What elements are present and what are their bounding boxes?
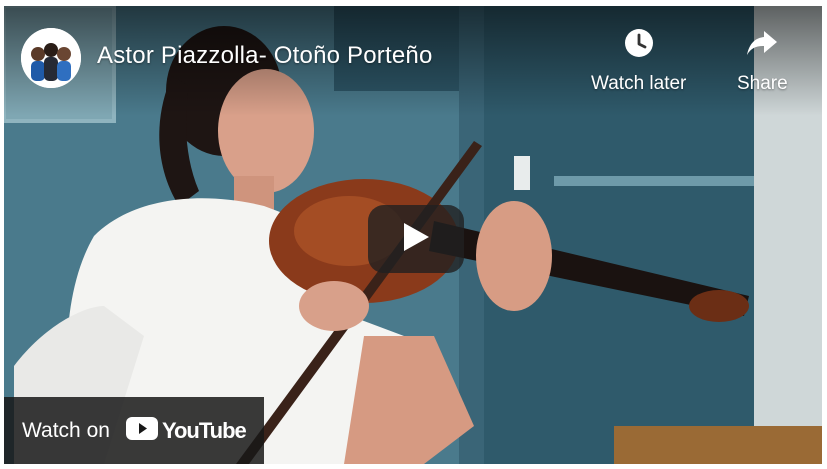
watch-on-label: Watch on	[22, 418, 110, 442]
channel-avatar-image	[21, 28, 81, 88]
watch-on-youtube-button[interactable]: Watch on YouTube	[4, 397, 264, 464]
video-player[interactable]: Astor Piazzolla- Otoño Porteño Watch lat…	[4, 6, 822, 464]
youtube-play-icon	[125, 416, 158, 445]
watch-later-button[interactable]: Watch later	[591, 28, 686, 95]
play-button[interactable]	[368, 205, 464, 273]
youtube-logo: YouTube	[125, 416, 247, 445]
share-label: Share	[737, 73, 788, 94]
clock-icon	[624, 28, 654, 63]
play-icon	[402, 222, 430, 257]
video-title[interactable]: Astor Piazzolla- Otoño Porteño	[97, 42, 433, 70]
watch-later-label: Watch later	[591, 73, 687, 94]
youtube-wordmark: YouTube	[161, 417, 247, 443]
share-arrow-icon	[746, 28, 778, 63]
share-button[interactable]: Share	[737, 28, 788, 95]
channel-avatar[interactable]	[21, 28, 81, 88]
